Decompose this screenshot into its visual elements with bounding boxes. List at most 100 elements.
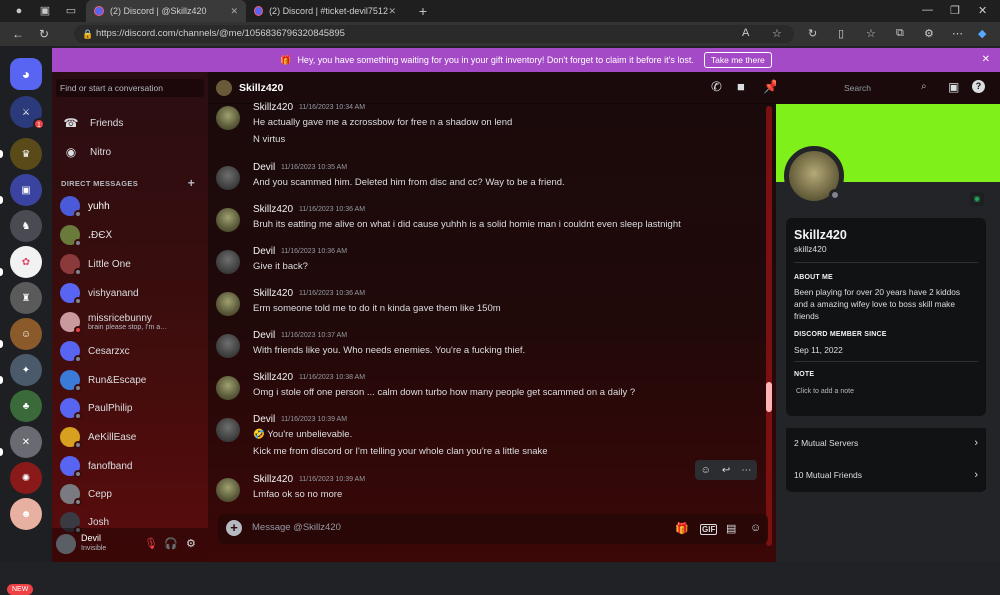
server-icon[interactable]: ♜	[10, 282, 42, 314]
add-reaction-icon[interactable]: ☺	[701, 465, 711, 476]
attach-plus-icon[interactable]: +	[226, 520, 242, 536]
dm-item[interactable]: vishyanand	[58, 280, 204, 306]
read-aloud-icon[interactable]: A	[742, 27, 749, 39]
voice-call-icon[interactable]: ✆	[711, 79, 722, 95]
emoji-icon[interactable]: ☺	[750, 522, 761, 534]
close-icon[interactable]: ✕	[982, 54, 990, 65]
dm-item[interactable]: PaulPhilip	[58, 395, 204, 421]
headphones-icon[interactable]: 🎧	[164, 537, 178, 550]
scrollbar-track[interactable]	[766, 106, 772, 546]
sticker-icon[interactable]: ▤	[726, 522, 736, 535]
message-input[interactable]: Message @Skillz420	[252, 522, 341, 533]
home-button[interactable]: ◕	[10, 58, 42, 90]
scrollbar-thumb[interactable]	[766, 382, 772, 412]
status-indicator	[74, 268, 82, 276]
message-author[interactable]: Devil	[253, 330, 275, 341]
message-author[interactable]: Devil	[253, 162, 275, 173]
avatar[interactable]	[216, 208, 240, 232]
url-field[interactable]: 🔒 https://discord.com/channels/@me/10568…	[74, 25, 794, 43]
server-icon[interactable]: ▣	[10, 174, 42, 206]
nav-nitro[interactable]: ◉ Nitro	[60, 140, 200, 164]
refresh-icon[interactable]: ↻	[36, 27, 52, 41]
mutual-friends-button[interactable]: 10 Mutual Friends ›	[786, 460, 986, 490]
favorites-bar-icon[interactable]: ☆	[866, 27, 876, 40]
server-icon[interactable]: ✿	[10, 246, 42, 278]
new-badge[interactable]: NEW	[7, 584, 34, 595]
dm-item[interactable]: Run&Escape	[58, 367, 204, 393]
video-call-icon[interactable]: ■	[737, 79, 745, 94]
profile-icon[interactable]: ●	[12, 4, 26, 18]
refresh-extension-icon[interactable]: ↻	[808, 27, 817, 40]
settings-gear-icon[interactable]: ⚙	[186, 537, 196, 550]
server-icon[interactable]: ⚔ 1	[10, 96, 45, 130]
dm-item[interactable]: ꓸĐЄꓫ	[58, 222, 204, 248]
server-icon[interactable]: ♣	[10, 390, 42, 422]
dm-item[interactable]: Cepp	[58, 481, 204, 507]
dm-item[interactable]: fanofband	[58, 453, 204, 479]
server-icon[interactable]: ✺	[10, 462, 42, 494]
profile-avatar[interactable]	[784, 146, 844, 206]
gift-icon[interactable]: 🎁	[675, 522, 689, 535]
dm-item[interactable]: Cesarzxc	[58, 338, 204, 364]
server-icon[interactable]: ✦	[10, 354, 42, 386]
server-icon[interactable]: ✕	[10, 426, 42, 458]
close-window-icon[interactable]: ✕	[978, 4, 987, 17]
close-tab-icon[interactable]: ✕	[230, 6, 238, 17]
message-author[interactable]: Devil	[253, 414, 275, 425]
collections-icon[interactable]: ⧉	[896, 27, 904, 40]
dm-item[interactable]: missricebunny brain please stop, I'm a…	[58, 309, 204, 335]
avatar[interactable]	[216, 478, 240, 502]
server-icon[interactable]: ☻	[10, 498, 42, 530]
message-author[interactable]: Skillz420	[253, 474, 293, 485]
workspaces-icon[interactable]: ▣	[38, 4, 52, 18]
avatar[interactable]	[216, 166, 240, 190]
server-icon[interactable]: ♞	[10, 210, 42, 242]
copilot-icon[interactable]: ◆	[978, 27, 986, 40]
message-author[interactable]: Skillz420	[253, 204, 293, 215]
help-icon[interactable]: ?	[972, 80, 985, 93]
tab-actions-icon[interactable]: ▭	[64, 4, 78, 18]
avatar[interactable]	[56, 534, 76, 554]
reply-icon[interactable]: ↩	[722, 465, 730, 476]
maximize-icon[interactable]: ❐	[950, 4, 960, 17]
dm-item[interactable]: Little One	[58, 251, 204, 277]
browser-tab-2[interactable]: (2) Discord | #ticket-devil7512 | … ✕	[246, 0, 404, 22]
back-icon[interactable]: ←	[10, 27, 26, 41]
avatar[interactable]	[216, 250, 240, 274]
new-dm-icon[interactable]: +	[188, 176, 195, 190]
status-indicator	[74, 441, 82, 449]
browser-tab-1[interactable]: (2) Discord | @Skillz420 ✕	[86, 0, 246, 22]
message-author[interactable]: Skillz420	[253, 288, 293, 299]
avatar[interactable]	[216, 334, 240, 358]
dm-item[interactable]: yuhh	[58, 193, 204, 219]
split-screen-icon[interactable]: ▯	[838, 27, 844, 40]
gif-icon[interactable]: GIF	[700, 524, 718, 535]
message-author[interactable]: Skillz420	[253, 372, 293, 383]
server-icon[interactable]: ☺	[10, 318, 42, 350]
new-tab-icon[interactable]: +	[416, 4, 430, 18]
message-author[interactable]: Skillz420	[253, 102, 293, 113]
message-author[interactable]: Devil	[253, 246, 275, 257]
avatar[interactable]	[216, 376, 240, 400]
note-input[interactable]: Click to add a note	[796, 388, 854, 395]
more-options-icon[interactable]: ⋯	[741, 465, 751, 476]
nitro-badge-icon[interactable]: ◉	[970, 192, 984, 206]
avatar[interactable]	[216, 106, 240, 130]
take-me-there-button[interactable]: Take me there	[703, 52, 772, 68]
extensions-icon[interactable]: ⚙	[924, 27, 934, 40]
mute-mic-icon[interactable]: 🎙	[144, 537, 158, 550]
search-input[interactable]: Search	[844, 83, 871, 93]
status-indicator	[74, 239, 82, 247]
dm-item[interactable]: AeKillEase	[58, 424, 204, 450]
mutual-servers-button[interactable]: 2 Mutual Servers ›	[786, 428, 986, 458]
more-icon[interactable]: ⋯	[952, 27, 963, 40]
avatar[interactable]	[216, 418, 240, 442]
minimize-icon[interactable]: —	[922, 4, 933, 16]
server-icon[interactable]: ♛	[10, 138, 42, 170]
close-tab-icon[interactable]: ✕	[388, 6, 396, 17]
find-conversation-input[interactable]: Find or start a conversation	[56, 79, 204, 97]
favorite-icon[interactable]: ☆	[772, 27, 782, 40]
nav-friends[interactable]: ☎ Friends	[60, 111, 200, 135]
inbox-icon[interactable]: ▣	[948, 80, 959, 94]
avatar[interactable]	[216, 292, 240, 316]
